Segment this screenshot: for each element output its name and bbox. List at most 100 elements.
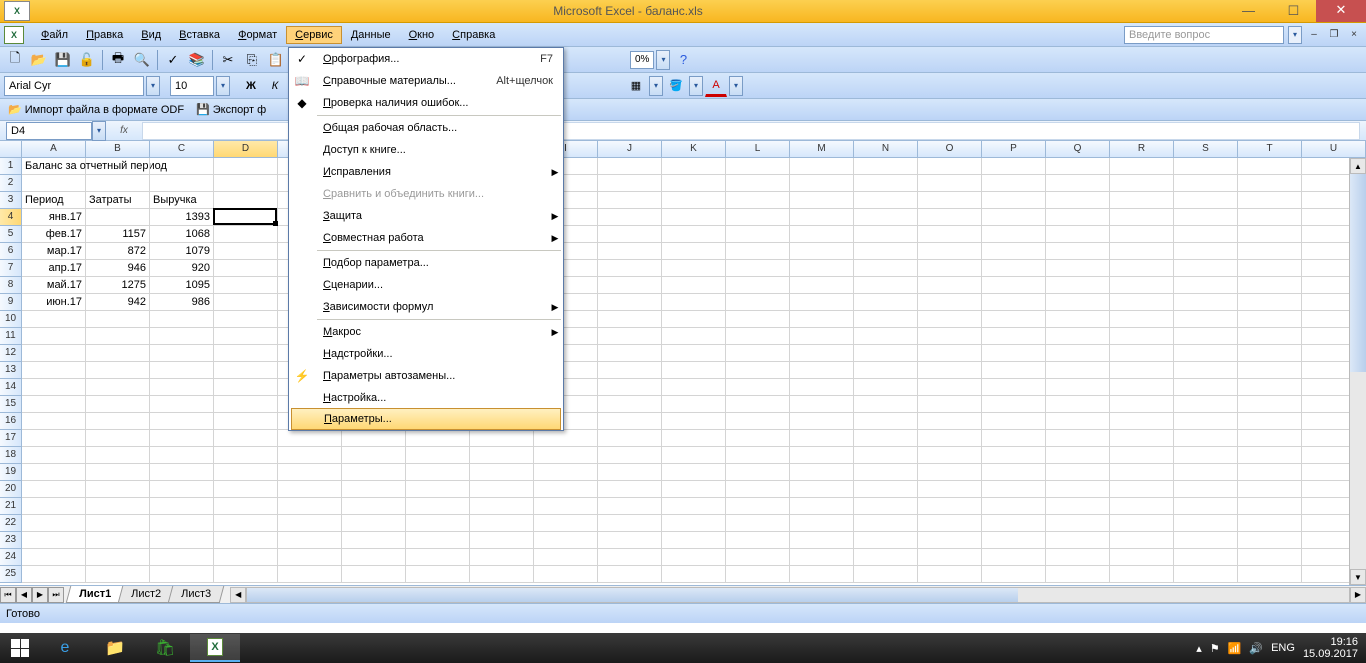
- cell[interactable]: [662, 379, 726, 396]
- menu-item[interactable]: Макрос▶: [289, 321, 563, 343]
- cell[interactable]: [1110, 243, 1174, 260]
- menu-вставка[interactable]: Вставка: [170, 26, 229, 44]
- start-button[interactable]: [0, 633, 40, 663]
- row-header-25[interactable]: 25: [0, 566, 22, 583]
- scroll-up-icon[interactable]: ▲: [1350, 158, 1366, 174]
- cell[interactable]: фев.17: [22, 226, 86, 243]
- cells-area[interactable]: Баланс за отчетный периодПериодЗатратыВы…: [22, 158, 1366, 585]
- menu-item[interactable]: Доступ к книге...: [289, 139, 563, 161]
- cell[interactable]: [918, 566, 982, 583]
- cell[interactable]: [790, 396, 854, 413]
- cell[interactable]: [726, 192, 790, 209]
- borders-icon[interactable]: ▦: [625, 75, 647, 97]
- cell[interactable]: [982, 175, 1046, 192]
- cell[interactable]: [150, 413, 214, 430]
- cell[interactable]: [918, 498, 982, 515]
- cell[interactable]: [86, 566, 150, 583]
- menu-item[interactable]: Защита▶: [289, 205, 563, 227]
- cell[interactable]: [214, 430, 278, 447]
- cell[interactable]: [150, 464, 214, 481]
- cell[interactable]: [790, 515, 854, 532]
- cell[interactable]: 1275: [86, 277, 150, 294]
- col-header-L[interactable]: L: [726, 141, 790, 157]
- cell[interactable]: [22, 175, 86, 192]
- col-header-J[interactable]: J: [598, 141, 662, 157]
- cell[interactable]: [86, 498, 150, 515]
- cell[interactable]: [150, 532, 214, 549]
- cell[interactable]: [854, 413, 918, 430]
- col-header-R[interactable]: R: [1110, 141, 1174, 157]
- cell[interactable]: [598, 413, 662, 430]
- cell[interactable]: Выручка: [150, 192, 214, 209]
- cell[interactable]: [790, 447, 854, 464]
- cell[interactable]: [150, 175, 214, 192]
- cell[interactable]: [214, 226, 278, 243]
- row-header-12[interactable]: 12: [0, 345, 22, 362]
- tab-last-icon[interactable]: ⏭: [48, 587, 64, 603]
- copy-icon[interactable]: ⎘: [241, 49, 263, 71]
- cell[interactable]: [790, 260, 854, 277]
- cell[interactable]: [790, 311, 854, 328]
- cell[interactable]: [342, 549, 406, 566]
- tray-up-icon[interactable]: ▴: [1196, 642, 1202, 655]
- cell[interactable]: [726, 209, 790, 226]
- row-header-2[interactable]: 2: [0, 175, 22, 192]
- row-header-19[interactable]: 19: [0, 464, 22, 481]
- cell[interactable]: [790, 532, 854, 549]
- row-header-21[interactable]: 21: [0, 498, 22, 515]
- cell[interactable]: [854, 175, 918, 192]
- row-header-4[interactable]: 4: [0, 209, 22, 226]
- cell[interactable]: 942: [86, 294, 150, 311]
- col-header-N[interactable]: N: [854, 141, 918, 157]
- cell[interactable]: [1046, 175, 1110, 192]
- zoom-value[interactable]: 0%: [630, 51, 654, 69]
- cell[interactable]: [598, 345, 662, 362]
- cell[interactable]: [918, 549, 982, 566]
- cell[interactable]: [1110, 430, 1174, 447]
- cell[interactable]: [982, 481, 1046, 498]
- cell[interactable]: [1174, 532, 1238, 549]
- cell[interactable]: [86, 311, 150, 328]
- cell[interactable]: [1046, 532, 1110, 549]
- row-header-14[interactable]: 14: [0, 379, 22, 396]
- cell[interactable]: [726, 396, 790, 413]
- cell[interactable]: [1046, 209, 1110, 226]
- row-header-3[interactable]: 3: [0, 192, 22, 209]
- cell[interactable]: [86, 481, 150, 498]
- cell[interactable]: [1238, 277, 1302, 294]
- cell[interactable]: [86, 209, 150, 226]
- cell[interactable]: [854, 464, 918, 481]
- cell[interactable]: 872: [86, 243, 150, 260]
- cell[interactable]: [982, 379, 1046, 396]
- cell[interactable]: [598, 515, 662, 532]
- row-header-11[interactable]: 11: [0, 328, 22, 345]
- cell[interactable]: [1174, 413, 1238, 430]
- cell[interactable]: [150, 396, 214, 413]
- cell[interactable]: [790, 345, 854, 362]
- menu-сервис[interactable]: Сервис: [286, 26, 342, 44]
- cell[interactable]: [598, 498, 662, 515]
- cell[interactable]: [1110, 566, 1174, 583]
- excel-app-icon[interactable]: X: [4, 1, 30, 21]
- cell[interactable]: [726, 345, 790, 362]
- cell[interactable]: [1174, 260, 1238, 277]
- col-header-S[interactable]: S: [1174, 141, 1238, 157]
- cell[interactable]: [790, 175, 854, 192]
- cell[interactable]: [22, 328, 86, 345]
- cell[interactable]: [1046, 379, 1110, 396]
- cell[interactable]: [854, 209, 918, 226]
- cell[interactable]: [982, 192, 1046, 209]
- cell[interactable]: [918, 515, 982, 532]
- cell[interactable]: [1046, 498, 1110, 515]
- cell[interactable]: [1046, 277, 1110, 294]
- cell[interactable]: [278, 566, 342, 583]
- cell[interactable]: [534, 515, 598, 532]
- cell[interactable]: [726, 566, 790, 583]
- cell[interactable]: [662, 243, 726, 260]
- cell[interactable]: [214, 481, 278, 498]
- cell[interactable]: [726, 328, 790, 345]
- cell[interactable]: [662, 430, 726, 447]
- cell[interactable]: [1110, 311, 1174, 328]
- cell[interactable]: [150, 311, 214, 328]
- cell[interactable]: [86, 430, 150, 447]
